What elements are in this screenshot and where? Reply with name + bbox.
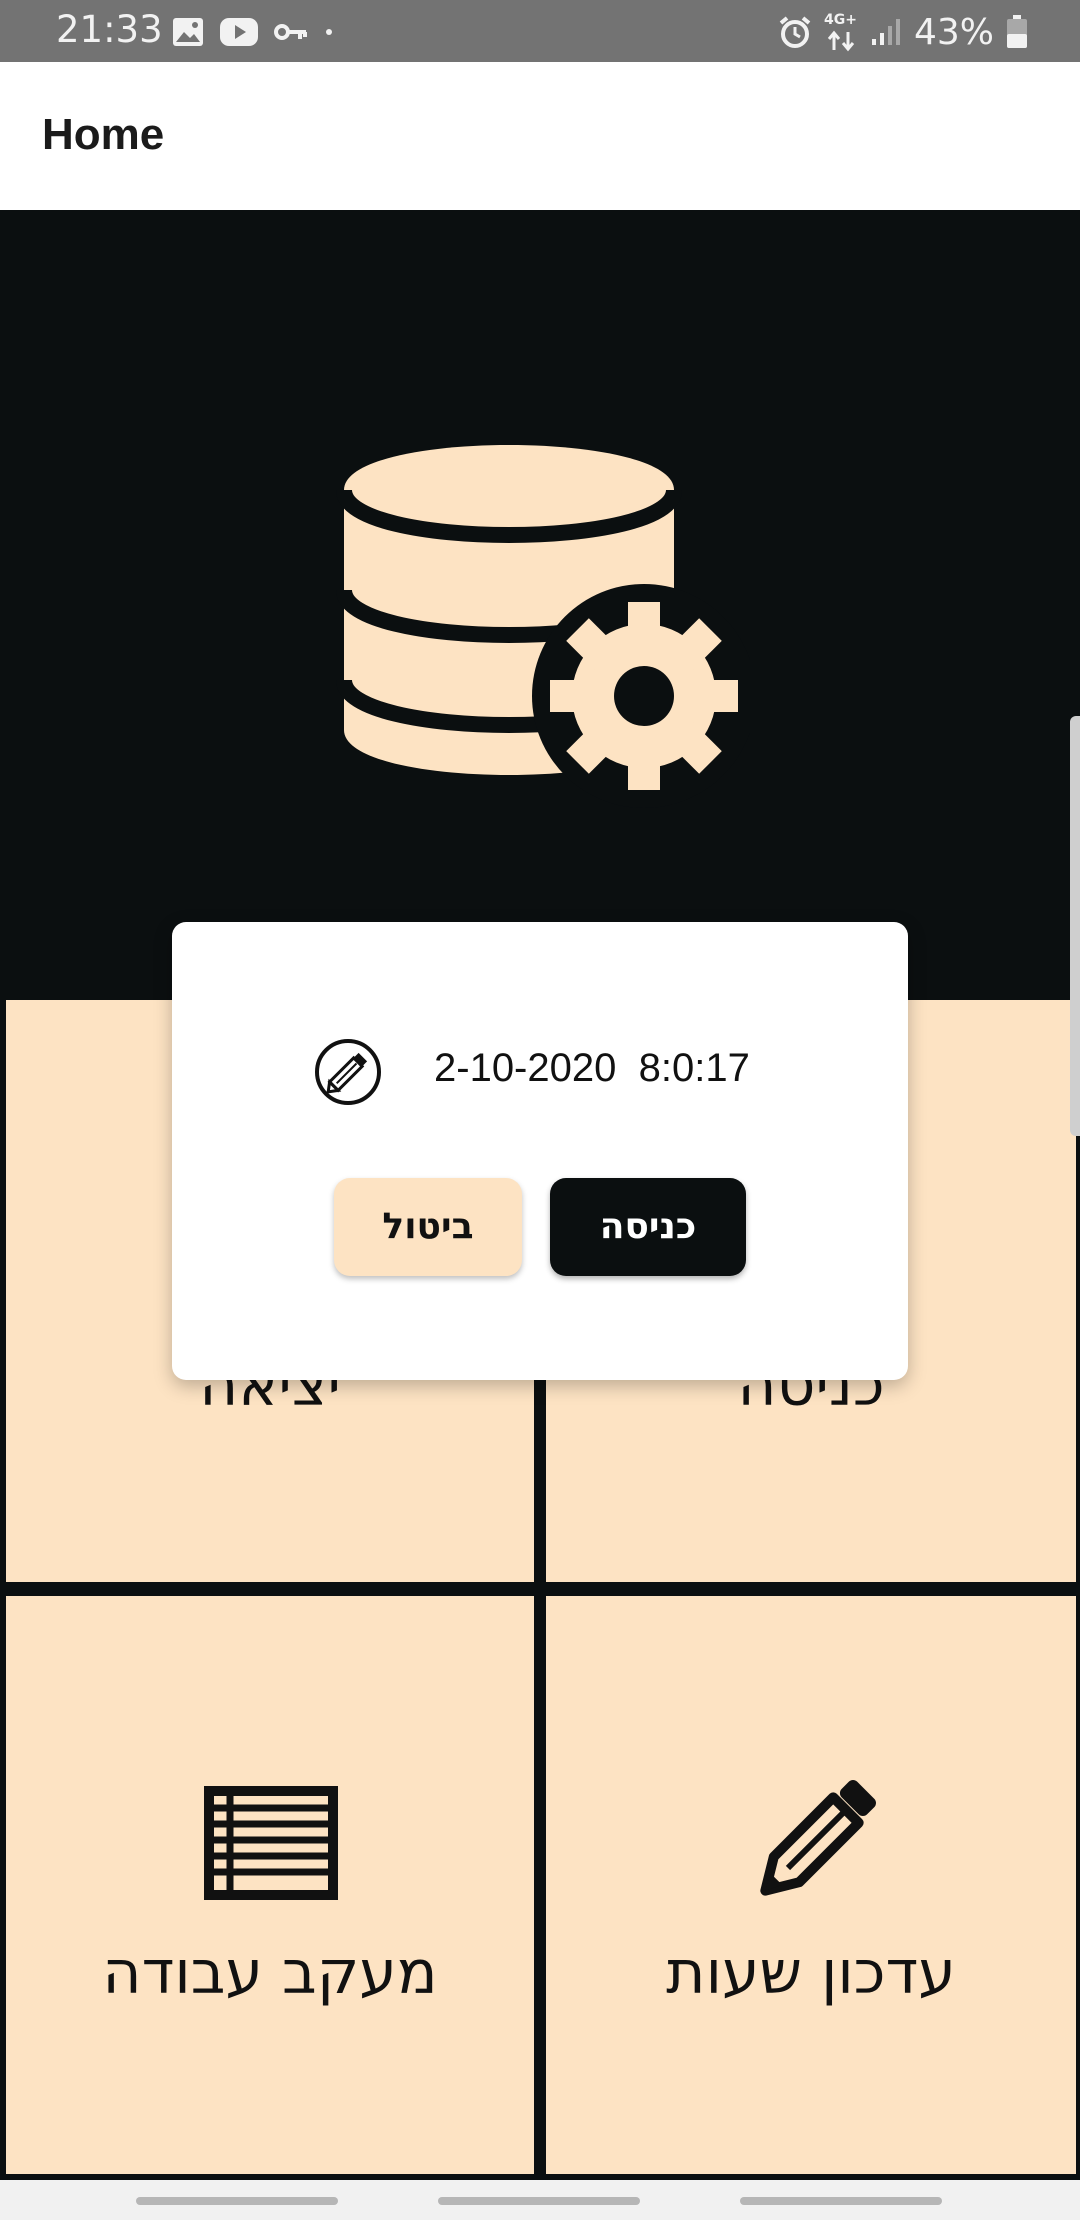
tile-update-hours[interactable]: עדכון שעות — [546, 1596, 1076, 2174]
scrollbar[interactable] — [1070, 716, 1080, 1136]
status-time: 21:33 — [56, 8, 163, 51]
tile-work-tracking[interactable]: מעקב עבודה — [6, 1596, 534, 2174]
youtube-icon — [220, 18, 258, 46]
hero-banner — [0, 210, 1080, 1000]
signal-icon — [871, 19, 900, 45]
pencil-icon — [760, 1780, 876, 1896]
nav-recents-button[interactable] — [136, 2197, 338, 2205]
nav-back-button[interactable] — [740, 2197, 942, 2205]
cancel-button[interactable]: ביטול — [334, 1178, 522, 1276]
page-title: Home — [42, 110, 165, 159]
edit-pencil-icon[interactable] — [314, 1038, 382, 1106]
tile-work-tracking-label: מעקב עבודה — [102, 1938, 438, 2008]
check-in-dialog: 2-10-2020 8:0:17 ביטול כניסה — [172, 922, 908, 1380]
dialog-time: 8:0:17 — [638, 1046, 750, 1090]
battery-percent: 43% — [913, 11, 994, 53]
database-gear-icon — [336, 445, 750, 808]
dialog-date: 2-10-2020 — [434, 1046, 617, 1090]
confirm-enter-button[interactable]: כניסה — [550, 1178, 746, 1276]
tile-update-hours-label: עדכון שעות — [666, 1938, 956, 2008]
data-arrows-icon — [827, 30, 855, 52]
data-4g-icon: 4G+ — [824, 12, 858, 52]
nav-home-button[interactable] — [438, 2197, 640, 2205]
image-icon — [173, 18, 203, 46]
list-icon — [204, 1786, 338, 1900]
status-bar: 21:33 4G+ 43% — [0, 0, 1080, 62]
system-nav-bar — [0, 2180, 1080, 2220]
notification-icons — [172, 14, 334, 50]
app-bar: Home — [0, 62, 1080, 210]
alarm-icon — [779, 16, 811, 48]
key-icon — [274, 24, 307, 40]
network-type: 4G+ — [823, 12, 857, 28]
status-right: 4G+ 43% — [778, 8, 1028, 56]
dialog-timestamp: 2-10-2020 8:0:17 — [434, 1046, 750, 1091]
battery-icon — [1007, 15, 1027, 48]
dot-icon — [326, 29, 332, 35]
